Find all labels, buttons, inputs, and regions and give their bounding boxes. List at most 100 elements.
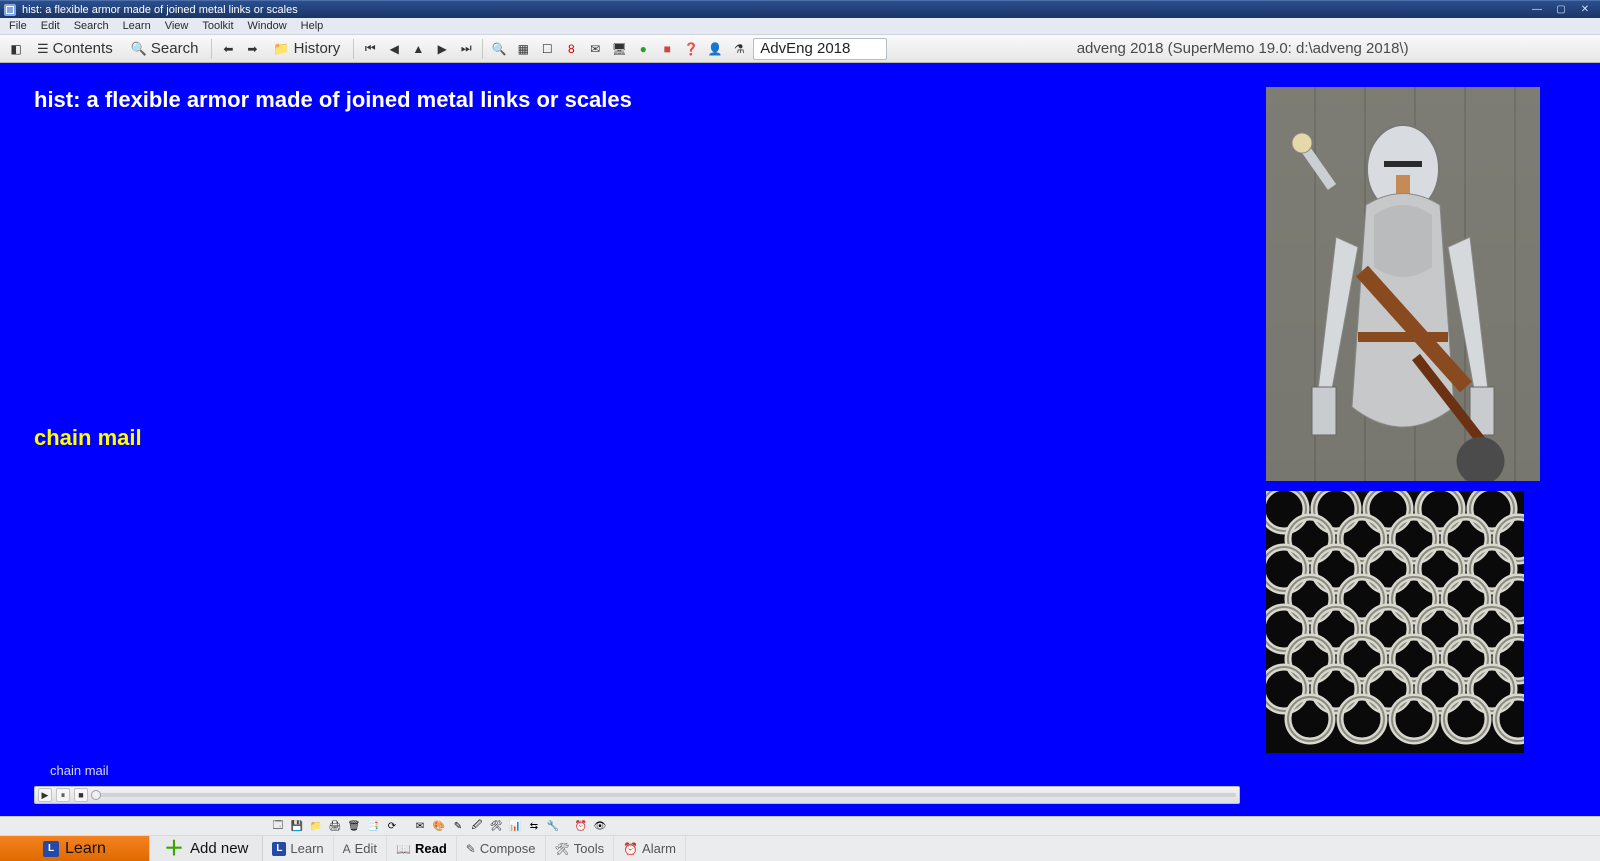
wrench-mini-icon[interactable]: 🔧 [545,818,561,834]
search-icon: 🔍 [131,42,147,55]
menu-search[interactable]: Search [67,19,116,33]
learn-label: Learn [65,840,106,858]
image-chainmail-closeup [1266,491,1524,753]
media-thumb[interactable] [91,790,101,800]
window-title: hist: a flexible armor made of joined me… [22,4,1526,16]
view-mini-icon[interactable]: 👁 [592,818,608,834]
menu-learn[interactable]: Learn [116,19,158,33]
app-icon [4,4,16,16]
mail-icon[interactable]: ✉ [585,39,605,59]
help-icon[interactable]: ❓ [681,39,701,59]
add-new-button[interactable]: ＋ Add new [150,836,263,861]
history-label: History [294,40,341,57]
status-read[interactable]: 📖 Read [387,836,457,861]
menu-help[interactable]: Help [294,19,331,33]
maximize-button[interactable]: ▢ [1550,3,1572,17]
status-alarm[interactable]: ⏰ Alarm [614,836,686,861]
next-button[interactable]: ▶ [432,39,452,59]
status-alarm-icon: ⏰ [623,842,638,856]
status-read-label: Read [415,841,447,856]
delete-mini-icon[interactable]: 🗑 [346,818,362,834]
user-icon[interactable]: 👤 [705,39,725,59]
prev-button[interactable]: ◀ [384,39,404,59]
status-learn-label: Learn [290,841,323,856]
last-button[interactable]: ⏭ [456,39,476,59]
media-track[interactable] [96,793,1236,797]
play-button[interactable]: ▶ [38,788,52,802]
window-icon[interactable]: ☐ [537,39,557,59]
answer-area: chain mail [34,113,1240,763]
print-mini-icon[interactable]: 🖨 [327,818,343,834]
pause-button[interactable]: ⏸ [56,788,70,802]
learn-button[interactable]: L Learn [0,836,150,861]
screen-icon[interactable]: 🖥 [609,39,629,59]
find-icon[interactable]: 🔍 [489,39,509,59]
add-new-label: Add new [190,840,248,857]
compose-icon[interactable]: ⚗ [729,39,749,59]
image-knight [1266,87,1540,481]
status-edit[interactable]: A Edit [334,836,387,861]
collection-input[interactable] [753,38,887,60]
learn-badge-icon: L [43,841,59,857]
search-label: Search [151,40,199,57]
icon-row: 🗔 💾 📁 🖨 🗑 📑 ⟳ ✉ 🎨 ✎ 🖉 🛠 📊 ⇆ 🔧 ⏰ 👁 [0,817,1600,836]
swap-mini-icon[interactable]: ⇆ [526,818,542,834]
status-learn[interactable]: L Learn [263,836,333,861]
bottom-bars: 🗔 💾 📁 🖨 🗑 📑 ⟳ ✉ 🎨 ✎ 🖉 🛠 📊 ⇆ 🔧 ⏰ 👁 L Lear… [0,816,1600,861]
refresh-mini-icon[interactable]: ⟳ [384,818,400,834]
grid-icon[interactable]: ▦ [513,39,533,59]
stop-button[interactable]: ■ [74,788,88,802]
save-mini-icon[interactable]: 💾 [289,818,305,834]
contents-icon: ☰ [37,42,49,55]
status-edit-icon: A [343,842,351,856]
minimize-button[interactable]: — [1526,3,1548,17]
contents-button[interactable]: ☰ Contents [30,38,120,60]
status-tools[interactable]: 🛠 Tools [546,836,615,861]
mail-mini-icon[interactable]: ✉ [412,818,428,834]
status-alarm-label: Alarm [642,841,676,856]
edit-mini-icon[interactable]: ✎ [450,818,466,834]
search-button[interactable]: 🔍 Search [124,38,206,60]
status-compose[interactable]: ✎ Compose [457,836,546,861]
close-button[interactable]: ✕ [1574,3,1596,17]
paint-mini-icon[interactable]: 🎨 [431,818,447,834]
forward-button[interactable]: ➡ [242,39,262,59]
contents-label: Contents [53,40,113,57]
titlebar: hist: a flexible armor made of joined me… [0,0,1600,18]
history-icon: 📁 [273,42,289,55]
pencil-mini-icon[interactable]: 🖉 [469,818,485,834]
history-button[interactable]: 📁 History [266,38,347,60]
record-icon[interactable]: ● [633,39,653,59]
back-button[interactable]: ⬅ [218,39,238,59]
separator [353,39,354,59]
clock-mini-icon[interactable]: ⏰ [573,818,589,834]
status-read-icon: 📖 [396,842,411,856]
answer-text: chain mail [34,425,1240,451]
chart-mini-icon[interactable]: 📊 [507,818,523,834]
dismiss-icon[interactable]: ◧ [6,39,26,59]
toolbar: ◧ ☰ Contents 🔍 Search ⬅ ➡ 📁 History ⏮ ◀ … [0,35,1600,63]
question-text: hist: a flexible armor made of joined me… [34,87,1240,113]
google-icon[interactable]: 8 [561,39,581,59]
menu-window[interactable]: Window [241,19,294,33]
status-tools-label: Tools [574,841,604,856]
content-area: hist: a flexible armor made of joined me… [0,63,1600,816]
menu-toolkit[interactable]: Toolkit [195,19,240,33]
first-button[interactable]: ⏮ [360,39,380,59]
hammer-mini-icon[interactable]: 🛠 [488,818,504,834]
menu-edit[interactable]: Edit [34,19,67,33]
window-mini-icon[interactable]: 🗔 [270,818,286,834]
stop-icon[interactable]: ■ [657,39,677,59]
duplicate-mini-icon[interactable]: 📑 [365,818,381,834]
menu-view[interactable]: View [158,19,196,33]
question-column: hist: a flexible armor made of joined me… [34,87,1240,810]
separator [482,39,483,59]
media-player: ▶ ⏸ ■ [34,786,1240,804]
up-button[interactable]: ▲ [408,39,428,59]
toolbar-status: adveng 2018 (SuperMemo 19.0: d:\adveng 2… [891,40,1594,57]
open-mini-icon[interactable]: 📁 [308,818,324,834]
caption-text: chain mail [50,763,1240,778]
menu-file[interactable]: File [2,19,34,33]
separator [211,39,212,59]
status-compose-label: Compose [480,841,536,856]
